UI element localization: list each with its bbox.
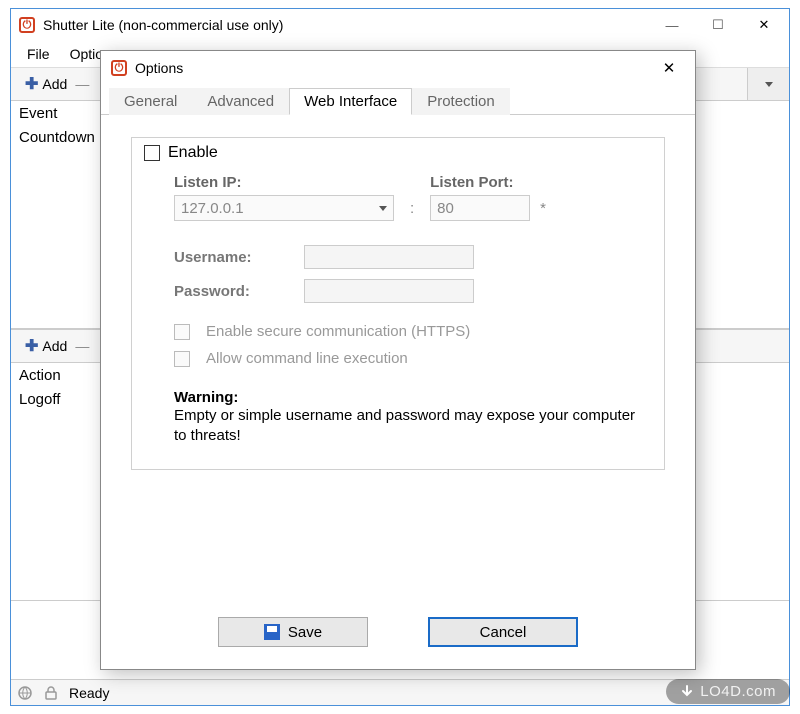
dialog-title: Options <box>135 60 649 76</box>
menu-file[interactable]: File <box>17 44 60 64</box>
listen-ip-input[interactable]: 127.0.0.1 <box>174 195 394 221</box>
add-action-button[interactable]: ✚ Add <box>17 334 75 358</box>
dialog-button-row: Save Cancel <box>101 617 695 647</box>
actions-row[interactable]: Logoff <box>19 391 60 408</box>
warning-heading: Warning: <box>174 389 642 406</box>
listen-port-value: 80 <box>437 200 454 217</box>
lock-icon <box>43 685 59 701</box>
add-action-label: Add <box>42 338 67 354</box>
save-label: Save <box>288 624 322 641</box>
listen-ip-label: Listen IP: <box>174 174 394 191</box>
enable-checkbox[interactable] <box>144 145 160 161</box>
cancel-button[interactable]: Cancel <box>428 617 578 647</box>
plus-icon: ✚ <box>25 74 38 94</box>
close-button[interactable]: ✕ <box>741 10 787 40</box>
watermark: LO4D.com <box>666 679 790 704</box>
web-interface-group: Enable Listen IP: 127.0.0.1 : Listen Por… <box>131 137 665 470</box>
tab-advanced[interactable]: Advanced <box>192 88 289 115</box>
app-icon <box>111 60 127 76</box>
warning-text: Empty or simple username and password ma… <box>174 406 642 447</box>
main-window-title: Shutter Lite (non-commercial use only) <box>43 17 649 33</box>
ip-port-separator: : <box>404 200 420 221</box>
options-dialog: Options ✕ General Advanced Web Interface… <box>100 50 696 670</box>
password-row: Password: <box>174 279 642 303</box>
chevron-down-icon <box>379 206 387 211</box>
https-label: Enable secure communication (HTTPS) <box>206 323 470 340</box>
window-controls: — ☐ ✕ <box>649 10 787 40</box>
tab-general[interactable]: General <box>109 88 192 115</box>
form-grid: Listen IP: 127.0.0.1 : Listen Port: 80 * <box>174 174 642 447</box>
https-row: Enable secure communication (HTTPS) <box>174 323 642 340</box>
enable-row: Enable <box>144 144 642 162</box>
chevron-down-icon <box>765 82 773 87</box>
main-titlebar: Shutter Lite (non-commercial use only) —… <box>11 9 789 41</box>
watermark-text: LO4D.com <box>700 683 776 700</box>
events-dropdown[interactable] <box>747 68 789 100</box>
cmdline-label: Allow command line execution <box>206 350 408 367</box>
add-event-button[interactable]: ✚ Add <box>17 72 75 96</box>
minimize-button[interactable]: — <box>649 10 695 40</box>
save-icon <box>264 624 280 640</box>
tab-web-interface[interactable]: Web Interface <box>289 88 412 115</box>
events-row[interactable]: Countdown <box>19 129 95 146</box>
app-icon <box>19 17 35 33</box>
save-button[interactable]: Save <box>218 617 368 647</box>
add-event-label: Add <box>42 76 67 92</box>
events-column-header[interactable]: Event <box>19 105 57 122</box>
listen-ip-value: 127.0.0.1 <box>181 200 244 217</box>
status-text: Ready <box>69 685 109 701</box>
dialog-titlebar: Options ✕ <box>101 51 695 85</box>
port-required-mark: * <box>540 200 546 221</box>
cmdline-row: Allow command line execution <box>174 350 642 367</box>
enable-label: Enable <box>168 144 218 162</box>
https-checkbox[interactable] <box>174 324 190 340</box>
listen-port-input[interactable]: 80 <box>430 195 530 221</box>
maximize-button[interactable]: ☐ <box>695 10 741 40</box>
password-label: Password: <box>174 283 304 300</box>
listen-row: Listen IP: 127.0.0.1 : Listen Port: 80 * <box>174 174 642 221</box>
cmdline-checkbox[interactable] <box>174 351 190 367</box>
username-label: Username: <box>174 249 304 266</box>
cancel-label: Cancel <box>480 624 527 641</box>
options-tabs: General Advanced Web Interface Protectio… <box>101 85 695 115</box>
tab-protection[interactable]: Protection <box>412 88 510 115</box>
globe-icon <box>17 685 33 701</box>
dialog-close-button[interactable]: ✕ <box>649 54 689 82</box>
password-input[interactable] <box>304 279 474 303</box>
plus-icon: ✚ <box>25 336 38 356</box>
listen-port-label: Listen Port: <box>430 174 530 191</box>
username-input[interactable] <box>304 245 474 269</box>
tab-content-web-interface: Enable Listen IP: 127.0.0.1 : Listen Por… <box>101 115 695 480</box>
remove-event-button[interactable]: — <box>75 76 89 92</box>
actions-column-header[interactable]: Action <box>19 367 61 384</box>
watermark-icon <box>680 685 694 699</box>
username-row: Username: <box>174 245 642 269</box>
remove-action-button[interactable]: — <box>75 338 89 354</box>
